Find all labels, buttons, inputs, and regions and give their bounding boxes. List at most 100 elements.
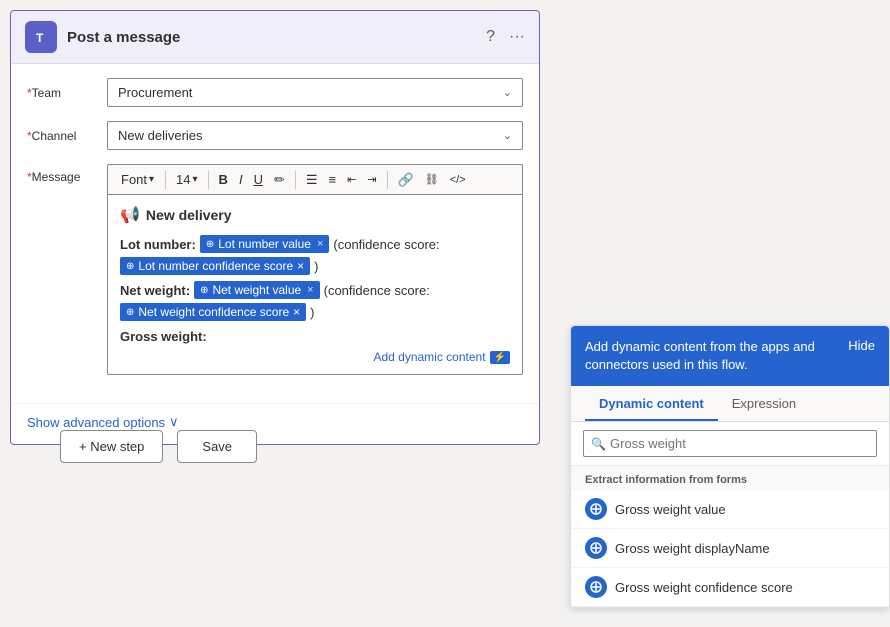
- header-right: ? ···: [486, 28, 525, 46]
- add-dynamic-row: Add dynamic content ⚡: [120, 350, 510, 364]
- lot-confidence-close-icon[interactable]: ×: [297, 259, 304, 273]
- panel-section-label: Extract information from forms: [571, 466, 889, 490]
- net-value-text: Net weight value: [212, 283, 301, 297]
- dynamic-badge-icon: ⚡: [490, 351, 510, 364]
- list-item[interactable]: Gross weight confidence score: [571, 568, 889, 607]
- team-row: *Team Procurement ⌄: [27, 78, 523, 107]
- advanced-chevron-icon: ∨: [169, 414, 179, 430]
- save-label: Save: [202, 439, 232, 454]
- save-button[interactable]: Save: [177, 430, 257, 463]
- lot-number-line: Lot number: ⊕ Lot number value × (confid…: [120, 235, 510, 253]
- item-icon-3: [585, 576, 607, 598]
- size-chevron-icon: ▾: [193, 174, 198, 185]
- editor-announcement: 📢 New delivery: [120, 205, 510, 225]
- announcement-text: New delivery: [146, 207, 232, 223]
- main-card: T Post a message ? ··· *Team Procurement…: [10, 10, 540, 445]
- item-label-1: Gross weight value: [615, 502, 726, 517]
- net-confidence-score-text: (confidence score:: [324, 283, 430, 298]
- bullet-list-button[interactable]: ☰: [302, 170, 322, 190]
- lot-number-label: Lot number:: [120, 237, 196, 252]
- panel-header-text: Add dynamic content from the apps and co…: [585, 338, 815, 374]
- italic-button[interactable]: I: [235, 170, 247, 189]
- lot-confidence-tag: ⊕ Lot number confidence score ×: [120, 257, 310, 275]
- item-label-3: Gross weight confidence score: [615, 580, 793, 595]
- lot-confidence-text: Lot number confidence score: [138, 259, 293, 273]
- highlight-button[interactable]: ✏: [270, 170, 289, 190]
- net-confidence-globe-icon: ⊕: [126, 307, 134, 318]
- item-label-2: Gross weight displayName: [615, 541, 770, 556]
- net-confidence-tag: ⊕ Net weight confidence score ×: [120, 303, 306, 321]
- lot-value-text: Lot number value: [218, 237, 311, 251]
- lot-close-paren: ): [314, 259, 318, 274]
- font-size-label: 14: [176, 172, 190, 187]
- net-weight-label: Net weight:: [120, 283, 190, 298]
- header-left: T Post a message: [25, 21, 180, 53]
- indent-button[interactable]: ⇥: [363, 171, 380, 188]
- item-icon-2: [585, 537, 607, 559]
- net-value-close-icon[interactable]: ×: [307, 284, 313, 296]
- panel-list: Extract information from forms Gross wei…: [571, 466, 889, 607]
- gross-weight-label: Gross weight:: [120, 329, 510, 344]
- remove-link-button[interactable]: ⛓: [421, 171, 443, 188]
- outdent-button[interactable]: ⇤: [343, 171, 360, 188]
- underline-button[interactable]: U: [250, 170, 267, 189]
- search-input[interactable]: [583, 430, 877, 457]
- list-item[interactable]: Gross weight value: [571, 490, 889, 529]
- tab-expression[interactable]: Expression: [718, 386, 810, 421]
- team-value: Procurement: [118, 85, 192, 100]
- toolbar-sep-1: [165, 171, 166, 189]
- dynamic-content-panel: Add dynamic content from the apps and co…: [570, 325, 890, 608]
- net-value-tag: ⊕ Net weight value ×: [194, 281, 320, 299]
- channel-row: *Channel New deliveries ⌄: [27, 121, 523, 150]
- editor-area[interactable]: 📢 New delivery Lot number: ⊕ Lot number …: [107, 194, 523, 375]
- search-wrapper: 🔍: [583, 430, 877, 457]
- confidence-score-text-1: (confidence score:: [333, 237, 439, 252]
- net-weight-line: Net weight: ⊕ Net weight value × (confid…: [120, 281, 510, 299]
- lot-value-globe-icon: ⊕: [206, 239, 214, 250]
- editor-toolbar: Font ▾ 14 ▾ B I U ✏ ☰ ≡ ⇤: [107, 164, 523, 194]
- channel-label: *Channel: [27, 121, 107, 143]
- code-button[interactable]: </>: [446, 172, 470, 188]
- bottom-actions: + New step Save: [60, 430, 257, 463]
- message-label: *Message: [27, 164, 107, 184]
- net-value-globe-icon: ⊕: [200, 285, 208, 296]
- team-select[interactable]: Procurement ⌄: [107, 78, 523, 107]
- new-step-button[interactable]: + New step: [60, 430, 163, 463]
- add-dynamic-button[interactable]: Add dynamic content ⚡: [373, 350, 510, 364]
- size-selector[interactable]: 14 ▾: [172, 170, 202, 189]
- number-list-button[interactable]: ≡: [325, 170, 341, 189]
- font-label: Font: [121, 172, 147, 187]
- lot-value-tag: ⊕ Lot number value ×: [200, 235, 330, 253]
- panel-tabs: Dynamic content Expression: [571, 386, 889, 422]
- card-body: *Team Procurement ⌄ *Channel New deliver…: [11, 64, 539, 403]
- add-dynamic-label: Add dynamic content: [373, 350, 485, 364]
- toolbar-sep-3: [295, 171, 296, 189]
- lot-confidence-globe-icon: ⊕: [126, 261, 134, 272]
- net-confidence-close-icon[interactable]: ×: [293, 305, 300, 319]
- net-close-paren: ): [310, 305, 314, 320]
- channel-value: New deliveries: [118, 128, 203, 143]
- announcement-icon: 📢: [120, 205, 140, 225]
- font-selector[interactable]: Font ▾: [116, 169, 159, 190]
- lot-confidence-line: ⊕ Lot number confidence score × ): [120, 257, 510, 275]
- team-label: *Team: [27, 78, 107, 100]
- font-chevron-icon: ▾: [149, 174, 154, 185]
- list-item[interactable]: Gross weight displayName: [571, 529, 889, 568]
- message-editor-wrapper: Font ▾ 14 ▾ B I U ✏ ☰ ≡ ⇤: [107, 164, 523, 375]
- new-step-label: + New step: [79, 439, 144, 454]
- help-icon[interactable]: ?: [486, 28, 495, 46]
- link-button[interactable]: 🔗: [394, 170, 418, 190]
- bold-button[interactable]: B: [215, 170, 232, 189]
- advanced-options-label: Show advanced options: [27, 415, 165, 430]
- net-confidence-text: Net weight confidence score: [138, 305, 289, 319]
- panel-header: Add dynamic content from the apps and co…: [571, 326, 889, 386]
- more-options-icon[interactable]: ···: [509, 28, 525, 46]
- channel-chevron-icon: ⌄: [503, 129, 512, 142]
- teams-logo: T: [25, 21, 57, 53]
- panel-search-area: 🔍: [571, 422, 889, 466]
- lot-value-close-icon[interactable]: ×: [317, 238, 323, 250]
- card-title: Post a message: [67, 29, 180, 46]
- panel-hide-button[interactable]: Hide: [848, 338, 875, 353]
- tab-dynamic-content[interactable]: Dynamic content: [585, 386, 718, 421]
- channel-select[interactable]: New deliveries ⌄: [107, 121, 523, 150]
